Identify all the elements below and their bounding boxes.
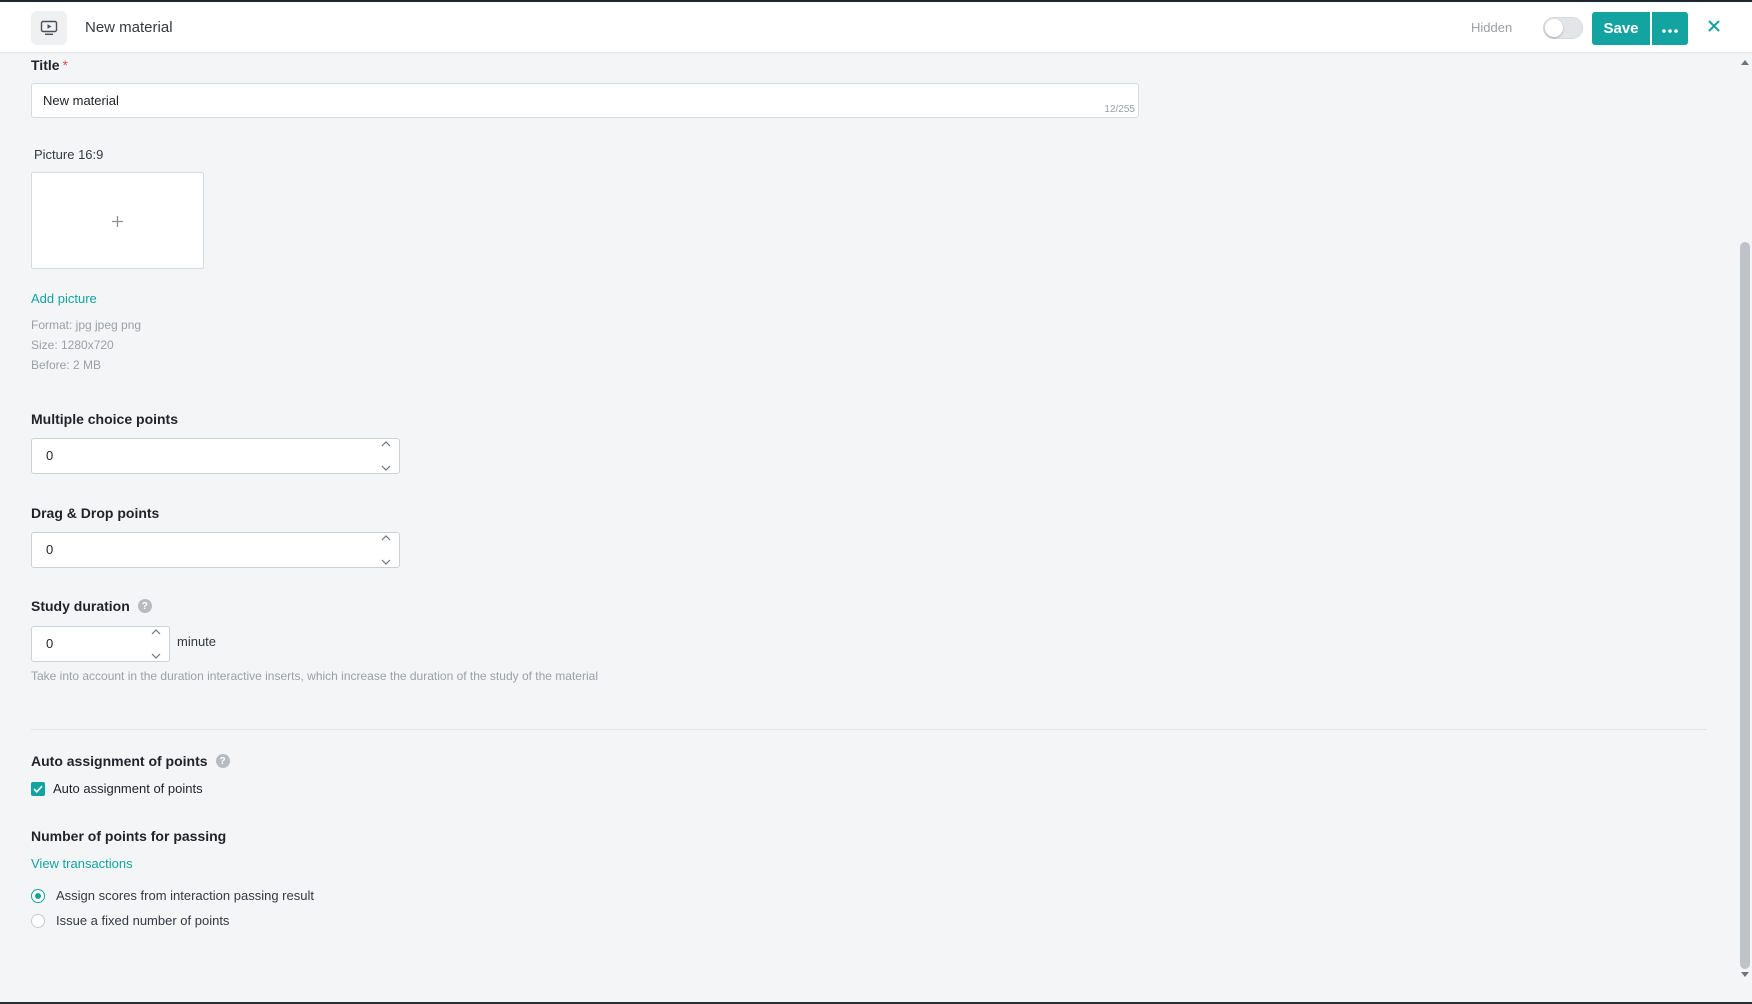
radio-fixed-points[interactable] xyxy=(31,914,45,928)
picture-upload-area[interactable] xyxy=(31,172,204,269)
toggle-knob xyxy=(1545,19,1563,37)
save-button[interactable]: Save xyxy=(1592,12,1650,45)
multiple-choice-value: 0 xyxy=(46,448,54,463)
title-char-counter: 12/255 xyxy=(1104,104,1135,115)
material-title: New material xyxy=(85,19,173,36)
format-hint: Format: jpg jpeg png xyxy=(31,318,142,332)
title-label-text: Title xyxy=(31,57,60,73)
study-duration-stepper[interactable] xyxy=(149,629,163,659)
study-duration-description: Take into account in the duration intera… xyxy=(31,669,598,683)
drag-drop-stepper[interactable] xyxy=(379,535,393,565)
drag-drop-value: 0 xyxy=(46,542,54,557)
multiple-choice-label: Multiple choice points xyxy=(31,411,179,427)
close-icon xyxy=(1708,19,1720,37)
auto-assign-title-text: Auto assignment of points xyxy=(31,753,208,769)
max-size-hint: Before: 2 MB xyxy=(31,358,102,372)
video-material-icon xyxy=(31,11,67,45)
chevron-down-icon[interactable] xyxy=(381,559,391,565)
drag-drop-label: Drag & Drop points xyxy=(31,505,160,521)
visibility-label: Hidden xyxy=(1471,20,1513,35)
study-duration-label: Study duration? xyxy=(31,598,152,614)
scroll-up-arrow-icon[interactable] xyxy=(1741,60,1749,65)
passing-points-title: Number of points for passing xyxy=(31,828,227,844)
section-divider xyxy=(31,729,1707,730)
title-field-label: Title * xyxy=(31,57,68,73)
help-question-icon[interactable]: ? xyxy=(215,754,230,769)
checkmark-icon xyxy=(33,785,43,793)
required-mark: * xyxy=(62,57,68,73)
scrollbar-thumb[interactable] xyxy=(1740,242,1750,969)
more-dots-icon xyxy=(1662,21,1678,36)
study-duration-unit: minute xyxy=(177,634,217,649)
title-input-value: New material xyxy=(43,93,119,108)
study-duration-label-text: Study duration xyxy=(31,598,130,614)
chevron-up-icon[interactable] xyxy=(381,535,391,541)
scroll-down-arrow-icon[interactable] xyxy=(1741,972,1749,977)
visibility-toggle[interactable] xyxy=(1543,17,1583,39)
drag-drop-input[interactable]: 0 xyxy=(31,532,400,568)
editor-header: New material Hidden Save xyxy=(0,2,1752,53)
study-duration-value: 0 xyxy=(46,636,54,651)
chevron-down-icon[interactable] xyxy=(151,653,161,659)
radio-fixed-points-label[interactable]: Issue a fixed number of points xyxy=(56,913,229,928)
multiple-choice-input[interactable]: 0 xyxy=(31,438,400,474)
add-picture-link[interactable]: Add picture xyxy=(31,291,97,306)
study-duration-input[interactable]: 0 xyxy=(31,626,170,662)
help-question-icon[interactable]: ? xyxy=(137,599,152,614)
chevron-up-icon[interactable] xyxy=(151,629,161,635)
title-input[interactable]: New material 12/255 xyxy=(31,83,1139,118)
size-hint: Size: 1280x720 xyxy=(31,338,114,352)
more-options-button[interactable] xyxy=(1652,12,1688,45)
plus-icon xyxy=(111,208,124,234)
auto-assign-title: Auto assignment of points? xyxy=(31,753,230,769)
material-form: Title * New material 12/255 Picture 16:9 … xyxy=(0,54,1735,1004)
chevron-up-icon[interactable] xyxy=(381,441,391,447)
radio-interaction-result-label[interactable]: Assign scores from interaction passing r… xyxy=(56,888,314,903)
chevron-down-icon[interactable] xyxy=(381,465,391,471)
picture-label: Picture 16:9 xyxy=(34,147,104,162)
close-button[interactable] xyxy=(1702,15,1726,41)
vertical-scrollbar[interactable] xyxy=(1737,54,1752,982)
auto-assign-checkbox[interactable] xyxy=(31,782,45,796)
view-transactions-link[interactable]: View transactions xyxy=(31,856,133,871)
multiple-choice-stepper[interactable] xyxy=(379,441,393,471)
auto-assign-checkbox-label[interactable]: Auto assignment of points xyxy=(53,781,203,796)
radio-interaction-result[interactable] xyxy=(31,889,45,903)
